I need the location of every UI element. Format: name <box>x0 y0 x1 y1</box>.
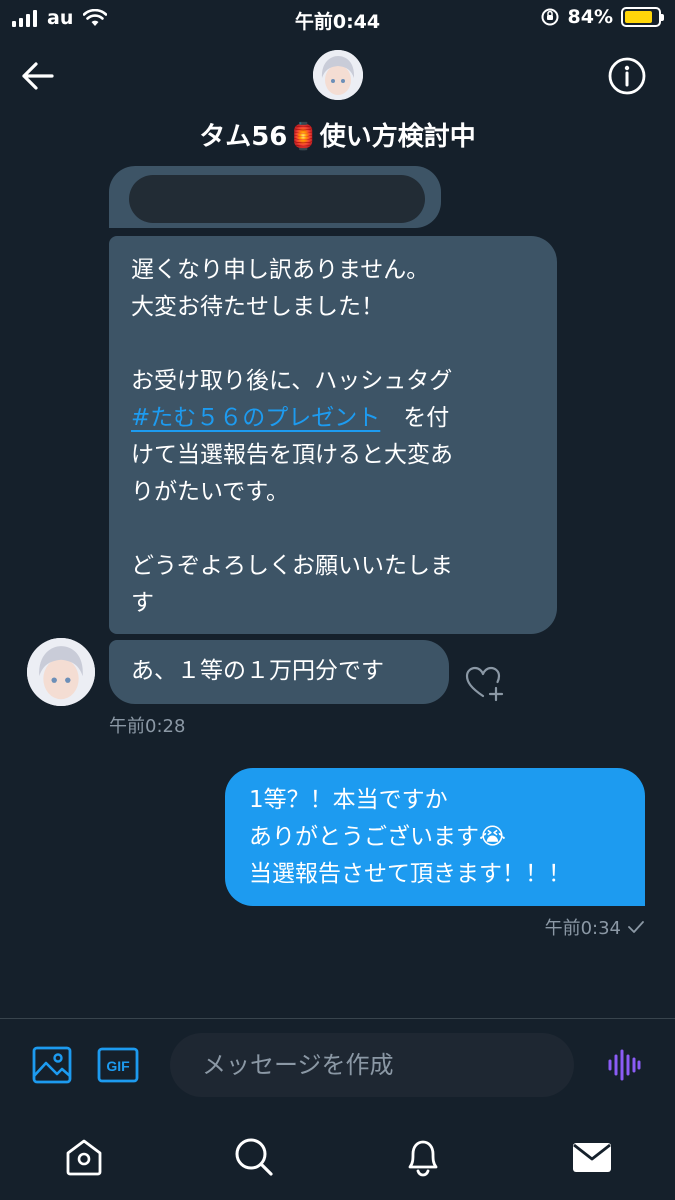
messages-icon <box>573 1143 611 1172</box>
message-line <box>131 326 535 363</box>
image-icon <box>32 1046 72 1084</box>
back-button[interactable] <box>16 56 60 96</box>
message-line: けて当選報告を頂けると大変あ <box>131 442 453 468</box>
quoted-message[interactable] <box>109 166 441 228</box>
message-line: 当選報告させて頂きます！！！ <box>249 861 571 887</box>
search-icon <box>235 1138 273 1176</box>
tab-home[interactable] <box>62 1135 106 1179</box>
notifications-icon <box>408 1140 438 1177</box>
message-composer: GIF <box>0 1019 675 1111</box>
message-line: お受け取り後に、ハッシュタグ <box>131 368 453 394</box>
status-bar: au 午前0:44 84% <box>0 0 675 40</box>
tab-notifications[interactable] <box>401 1135 445 1179</box>
incoming-message[interactable]: あ、１等の１万円分です <box>109 640 449 704</box>
outgoing-message[interactable]: 1等？！本当ですか ありがとうございます😭 当選報告させて頂きます！！！ <box>225 768 645 906</box>
voice-message-button[interactable] <box>606 1047 642 1083</box>
incoming-message[interactable]: 遅くなり申し訳ありません。 大変お待たせしました！ お受け取り後に、ハッシュタグ… <box>109 236 557 634</box>
arrow-left-icon <box>22 62 54 90</box>
message-line <box>131 511 535 548</box>
hashtag-suffix: を付 <box>380 405 450 431</box>
message-line: す <box>131 590 154 616</box>
tab-messages[interactable] <box>570 1135 614 1179</box>
message-line: 大変お待たせしました！ <box>131 294 384 320</box>
message-timestamp: 午前0:34 <box>544 918 621 939</box>
gif-icon: GIF <box>97 1047 139 1083</box>
bottom-tab-bar <box>0 1111 675 1200</box>
battery-percent: 84% <box>567 6 613 28</box>
avatar-image <box>313 50 363 100</box>
message-line: りがたいです。 <box>131 479 290 505</box>
checkmark-icon <box>628 921 644 933</box>
hashtag-link[interactable]: #たむ５６のプレゼント <box>131 405 380 431</box>
gif-button[interactable]: GIF <box>97 1047 139 1083</box>
voice-icon <box>608 1049 641 1081</box>
message-line: ありがとうございます😭 <box>249 824 506 850</box>
orientation-lock-icon <box>541 8 559 26</box>
message-line: 1等？！本当ですか <box>249 787 448 813</box>
like-button[interactable] <box>463 664 507 704</box>
conversation-title[interactable]: タム56🏮使い方検討中 <box>0 116 675 153</box>
message-input-container <box>170 1033 574 1097</box>
message-timestamp: 午前0:28 <box>109 716 186 737</box>
message-input[interactable] <box>170 1033 574 1097</box>
sender-avatar[interactable] <box>27 638 95 706</box>
battery-icon <box>621 7 664 27</box>
message-text: あ、１等の１万円分です <box>131 658 384 684</box>
avatar-image <box>27 638 95 706</box>
conversation-header: タム56🏮使い方検討中 <box>0 40 675 160</box>
redacted-block <box>129 175 425 223</box>
message-line: どうぞよろしくお願いいたしま <box>131 553 453 579</box>
home-icon <box>66 1139 102 1176</box>
gif-label: GIF <box>106 1058 130 1074</box>
image-button[interactable] <box>31 1045 73 1085</box>
heart-plus-icon <box>465 666 504 702</box>
message-line: 遅くなり申し訳ありません。 <box>131 257 430 283</box>
message-line: #たむ５６のプレゼント を付 <box>131 400 535 437</box>
info-button[interactable] <box>607 56 647 96</box>
header-avatar[interactable] <box>313 50 363 100</box>
tab-search[interactable] <box>232 1135 276 1179</box>
info-icon <box>608 57 646 95</box>
